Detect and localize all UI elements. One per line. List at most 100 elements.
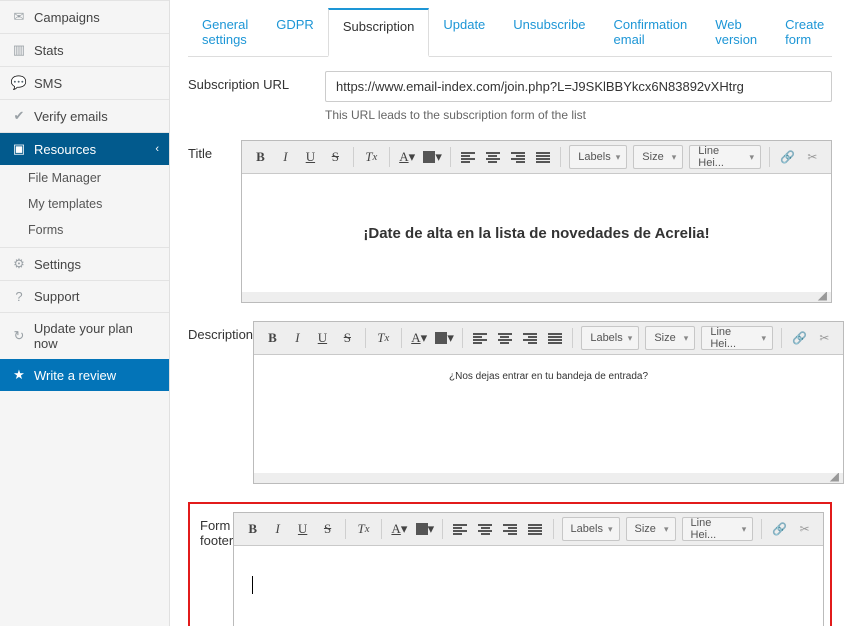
gear-icon: ⚙ [10, 256, 28, 272]
footer-editor: B I U S Tx A▾ ▾ [233, 512, 824, 626]
sidebar-label: Stats [34, 43, 64, 58]
refresh-icon: ↻ [10, 328, 28, 344]
footer-editor-body[interactable] [234, 546, 823, 626]
size-dropdown[interactable]: Size▾ [645, 326, 695, 350]
sidebar-sub-forms[interactable]: Forms [0, 217, 169, 243]
bold-button[interactable]: B [248, 145, 273, 169]
resize-handle[interactable]: ◢ [242, 292, 831, 302]
main-content: General settings GDPR Subscription Updat… [170, 0, 850, 626]
align-justify-button[interactable] [523, 517, 548, 541]
question-icon: ? [10, 289, 28, 304]
link-button[interactable]: 🔗 [787, 326, 812, 350]
unlink-button[interactable]: ✂ [800, 145, 825, 169]
align-right-button[interactable] [498, 517, 523, 541]
underline-button[interactable]: U [298, 145, 323, 169]
title-label: Title [188, 140, 241, 303]
sidebar-item-verify[interactable]: ✔ Verify emails [0, 99, 169, 132]
sidebar-label: Resources [34, 142, 96, 157]
check-icon: ✔ [10, 108, 28, 124]
editor-toolbar: B I U S Tx A▾ ▾ [234, 513, 823, 546]
sidebar-item-campaigns[interactable]: ✉ Campaigns [0, 0, 169, 33]
sidebar-item-settings[interactable]: ⚙ Settings [0, 247, 169, 280]
unlink-button[interactable]: ✂ [792, 517, 817, 541]
lineheight-dropdown[interactable]: Line Hei...▾ [701, 326, 773, 350]
labels-dropdown[interactable]: Labels▾ [569, 145, 627, 169]
unlink-button[interactable]: ✂ [812, 326, 837, 350]
align-left-button[interactable] [468, 326, 493, 350]
tab-confirmation[interactable]: Confirmation email [600, 8, 702, 56]
text-color-button[interactable]: A▾ [387, 517, 412, 541]
strike-button[interactable]: S [315, 517, 340, 541]
link-button[interactable]: 🔗 [775, 145, 800, 169]
align-center-button[interactable] [473, 517, 498, 541]
title-editor: B I U S Tx A▾ ▾ [241, 140, 832, 303]
tab-subscription[interactable]: Subscription [328, 8, 430, 57]
sidebar-label: Support [34, 289, 80, 304]
text-color-button[interactable]: A▾ [395, 145, 420, 169]
underline-button[interactable]: U [290, 517, 315, 541]
clear-format-button[interactable]: Tx [351, 517, 376, 541]
strike-button[interactable]: S [323, 145, 348, 169]
comment-icon: 💬 [10, 75, 28, 91]
align-center-button[interactable] [493, 326, 518, 350]
bold-button[interactable]: B [240, 517, 265, 541]
bold-button[interactable]: B [260, 326, 285, 350]
tab-web[interactable]: Web version [701, 8, 771, 56]
sidebar-item-update-plan[interactable]: ↻ Update your plan now [0, 312, 169, 359]
italic-button[interactable]: I [273, 145, 298, 169]
align-right-button[interactable] [517, 326, 542, 350]
separator [381, 519, 382, 539]
lineheight-dropdown[interactable]: Line Hei...▾ [689, 145, 761, 169]
footer-label: Form footer [200, 512, 233, 626]
sidebar-item-sms[interactable]: 💬 SMS [0, 66, 169, 99]
tab-gdpr[interactable]: GDPR [262, 8, 328, 56]
bg-color-button[interactable]: ▾ [420, 145, 445, 169]
italic-button[interactable]: I [265, 517, 290, 541]
italic-button[interactable]: I [285, 326, 310, 350]
align-left-button[interactable] [456, 145, 481, 169]
separator [345, 519, 346, 539]
separator [389, 147, 390, 167]
title-editor-body[interactable]: ¡Date de alta en la lista de novedades d… [242, 174, 831, 292]
sidebar-item-review[interactable]: ★ Write a review [0, 359, 169, 391]
bg-color-button[interactable]: ▾ [412, 517, 437, 541]
tab-create[interactable]: Create form [771, 8, 838, 56]
strike-button[interactable]: S [335, 326, 360, 350]
sidebar-item-stats[interactable]: ▥ Stats [0, 33, 169, 66]
tab-general[interactable]: General settings [188, 8, 262, 56]
align-left-button[interactable] [448, 517, 473, 541]
align-justify-button[interactable] [542, 326, 567, 350]
separator [401, 328, 402, 348]
text-cursor [252, 576, 253, 594]
align-right-button[interactable] [505, 145, 530, 169]
clear-format-button[interactable]: Tx [359, 145, 384, 169]
resize-handle[interactable]: ◢ [254, 473, 843, 483]
description-editor-body[interactable]: ¿Nos dejas entrar en tu bandeja de entra… [254, 355, 843, 473]
sidebar-label: Settings [34, 257, 81, 272]
subscription-url-input[interactable] [325, 71, 832, 102]
sidebar: ✉ Campaigns ▥ Stats 💬 SMS ✔ Verify email… [0, 0, 170, 626]
star-icon: ★ [10, 367, 28, 383]
tab-unsubscribe[interactable]: Unsubscribe [499, 8, 599, 56]
align-justify-button[interactable] [530, 145, 555, 169]
tab-update[interactable]: Update [429, 8, 499, 56]
separator [442, 519, 443, 539]
labels-dropdown[interactable]: Labels▾ [581, 326, 639, 350]
sidebar-sub-templates[interactable]: My templates [0, 191, 169, 217]
sidebar-item-support[interactable]: ? Support [0, 280, 169, 312]
text-color-button[interactable]: A▾ [407, 326, 432, 350]
sidebar-item-resources[interactable]: ▣ Resources ‹ [0, 132, 169, 165]
align-center-button[interactable] [480, 145, 505, 169]
link-button[interactable]: 🔗 [767, 517, 792, 541]
sidebar-label: Verify emails [34, 109, 108, 124]
size-dropdown[interactable]: Size▾ [633, 145, 683, 169]
lineheight-dropdown[interactable]: Line Hei...▾ [682, 517, 754, 541]
sidebar-sub-filemanager[interactable]: File Manager [0, 165, 169, 191]
envelope-icon: ✉ [10, 9, 28, 25]
clear-format-button[interactable]: Tx [371, 326, 396, 350]
underline-button[interactable]: U [310, 326, 335, 350]
description-editor: B I U S Tx A▾ ▾ [253, 321, 844, 484]
labels-dropdown[interactable]: Labels▾ [562, 517, 620, 541]
bg-color-button[interactable]: ▾ [432, 326, 457, 350]
size-dropdown[interactable]: Size▾ [626, 517, 676, 541]
